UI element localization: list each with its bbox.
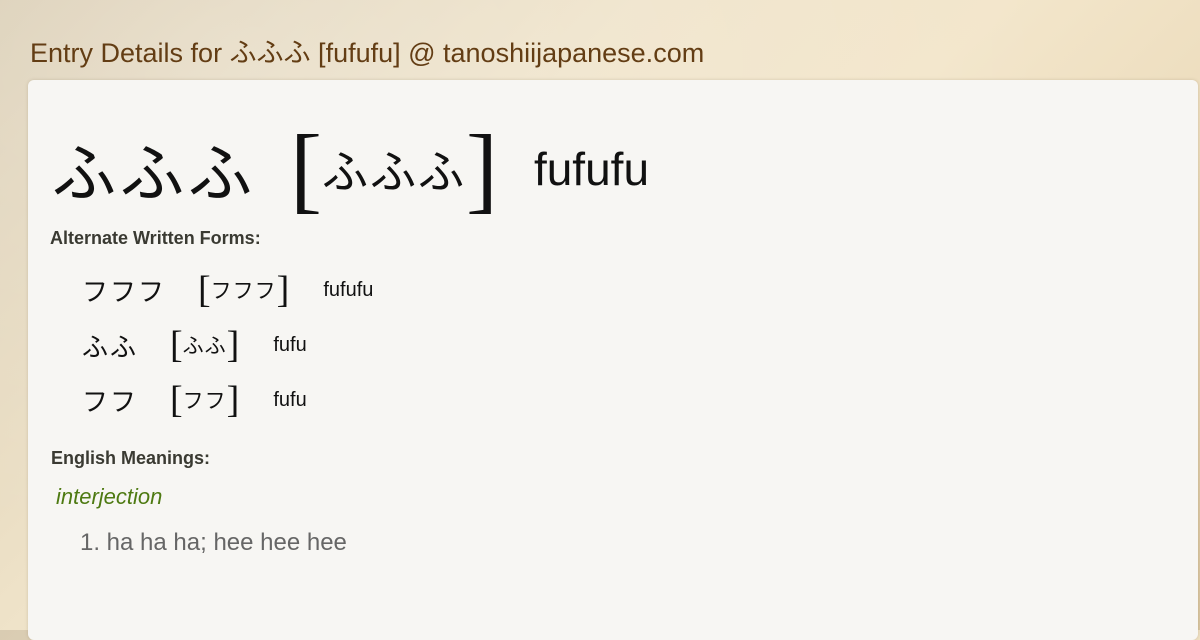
alternate-form-bracket-open: [	[198, 269, 211, 311]
alternate-form-row: フフ [ フフ ] fufu	[82, 378, 307, 422]
english-meanings-label: English Meanings:	[51, 448, 211, 468]
meaning-item: 1. ha ha ha; hee hee hee	[80, 529, 347, 556]
alternate-form-bracket-close: ]	[276, 269, 290, 311]
main-kanji: ふふふ	[52, 138, 256, 212]
alternate-form-row: フフフ [ フフフ ] fufufu	[82, 268, 373, 312]
alternate-form-bracket-close: ]	[226, 379, 240, 421]
alternate-form-kanji: ふふ	[82, 332, 139, 363]
main-reading: ふふふ	[321, 145, 466, 199]
main-bracket-open: [	[290, 115, 322, 222]
alternate-form-romaji: fufu	[273, 388, 307, 411]
main-romaji: fufufu	[533, 143, 650, 195]
alternate-form-reading: フフフ	[210, 279, 277, 303]
alternate-form-romaji: fufu	[273, 333, 307, 356]
alternate-form-reading: ふふ	[182, 334, 227, 358]
main-entry: ふふふ [ ふふふ ] fufufu	[52, 115, 650, 222]
entry-panel: ふふふ [ ふふふ ] fufufu Alternate Written For…	[28, 80, 1198, 640]
alternate-forms-label: Alternate Written Forms:	[50, 228, 261, 248]
page-title: Entry Details for ふふふ [fufufu] @ tanoshi…	[30, 38, 705, 68]
alternate-form-bracket-open: [	[170, 324, 183, 366]
alternate-form-romaji: fufufu	[323, 278, 374, 301]
main-bracket-close: ]	[465, 115, 498, 222]
alternate-form-row: ふふ [ ふふ ] fufu	[82, 323, 307, 367]
alternate-form-kanji: フフ	[82, 387, 139, 418]
alternate-form-bracket-close: ]	[226, 324, 240, 366]
alternate-form-reading: フフ	[182, 389, 227, 413]
alternate-form-kanji: フフフ	[82, 277, 167, 308]
part-of-speech: interjection	[56, 484, 163, 509]
alternate-form-bracket-open: [	[170, 379, 183, 421]
